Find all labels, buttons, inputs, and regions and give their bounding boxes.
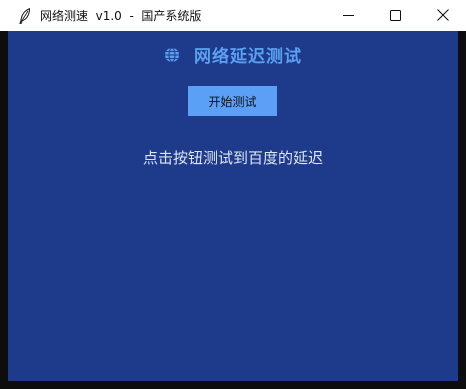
close-icon	[436, 6, 449, 25]
heading-text: 网络延迟测试	[194, 47, 302, 67]
window-title: 网络测速 v1.0 - 国产系统版	[40, 9, 202, 23]
start-test-button[interactable]: 开始测试	[188, 86, 277, 116]
page-title: 网络延迟测试	[8, 42, 458, 67]
window-controls	[325, 0, 466, 31]
app-window: 网络测速 v1.0 - 国产系统版 网络延迟测试 开始测试 点击按钮测试到百度的…	[0, 0, 466, 389]
close-button[interactable]	[419, 0, 466, 31]
maximize-icon	[390, 6, 401, 25]
maximize-button[interactable]	[372, 0, 419, 31]
minimize-icon	[343, 6, 354, 25]
main-panel: 网络延迟测试 开始测试 点击按钮测试到百度的延迟	[8, 31, 458, 381]
globe-icon	[164, 47, 180, 63]
title-bar[interactable]: 网络测速 v1.0 - 国产系统版	[0, 0, 466, 31]
feather-icon	[18, 7, 32, 24]
minimize-button[interactable]	[325, 0, 372, 31]
status-text: 点击按钮测试到百度的延迟	[142, 149, 323, 167]
